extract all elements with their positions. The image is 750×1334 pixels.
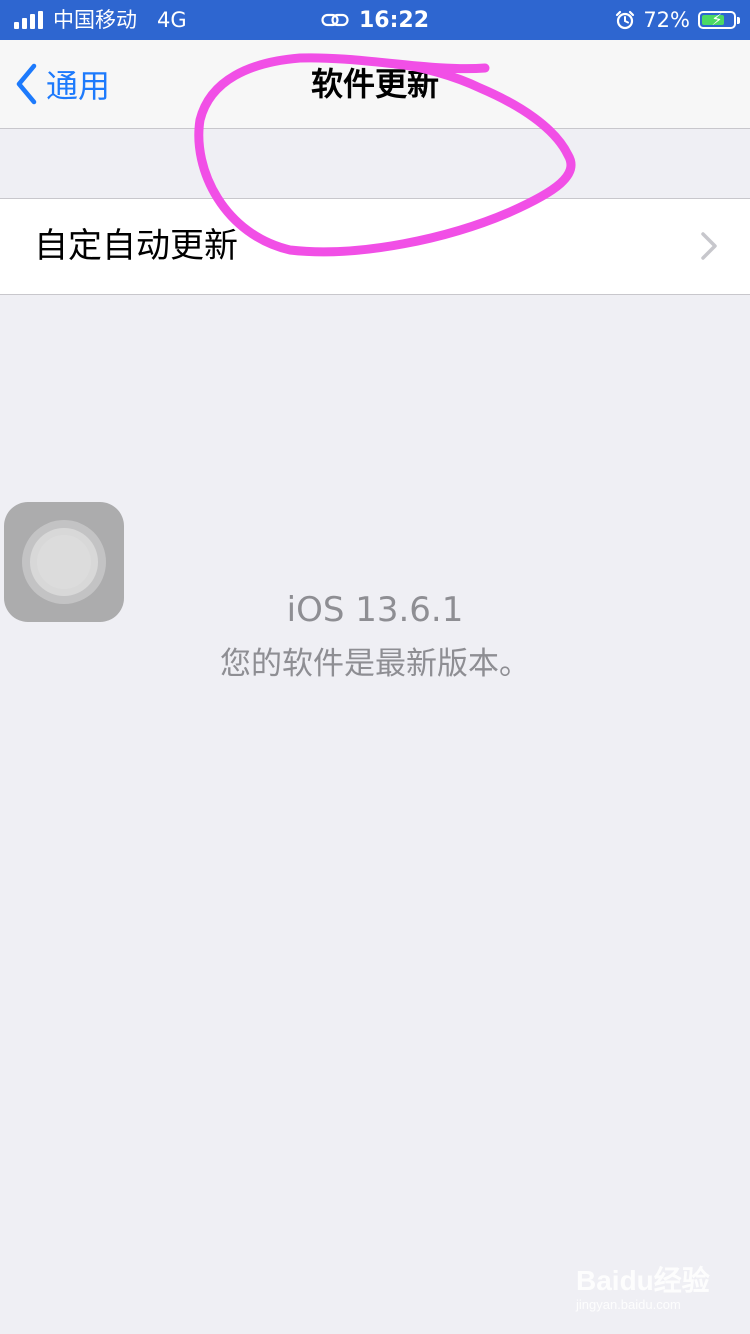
chevron-right-icon [701,232,717,260]
baidu-watermark: Baidu经验 jingyan.baidu.com [576,1266,710,1314]
up-to-date-message: 您的软件是最新版本。 [220,646,530,682]
settings-section: 自定自动更新 [0,198,750,295]
auto-update-row[interactable]: 自定自动更新 [0,199,750,294]
chevron-left-icon [16,63,37,105]
status-right: 72% ⚡ [615,0,740,40]
back-label: 通用 [46,67,111,105]
auto-update-label: 自定自动更新 [34,226,238,266]
battery-icon: ⚡ [698,10,740,29]
watermark-site: jingyan.baidu.com [576,1297,681,1312]
link-icon [321,13,349,27]
back-button[interactable]: 通用 [14,58,110,110]
charging-bolt-icon: ⚡ [711,10,723,29]
page-title: 软件更新 [310,65,439,103]
battery-percent: 72% [643,8,690,32]
ios-version: iOS 13.6.1 [286,590,464,630]
alarm-icon [616,10,635,30]
status-bar: 中国移动 4G 16:22 72% ⚡ [0,0,750,40]
navigation-bar: 软件更新 通用 [0,40,750,129]
status-time: 16:22 [358,7,430,33]
watermark-logo: Baidu经验 [576,1265,710,1296]
